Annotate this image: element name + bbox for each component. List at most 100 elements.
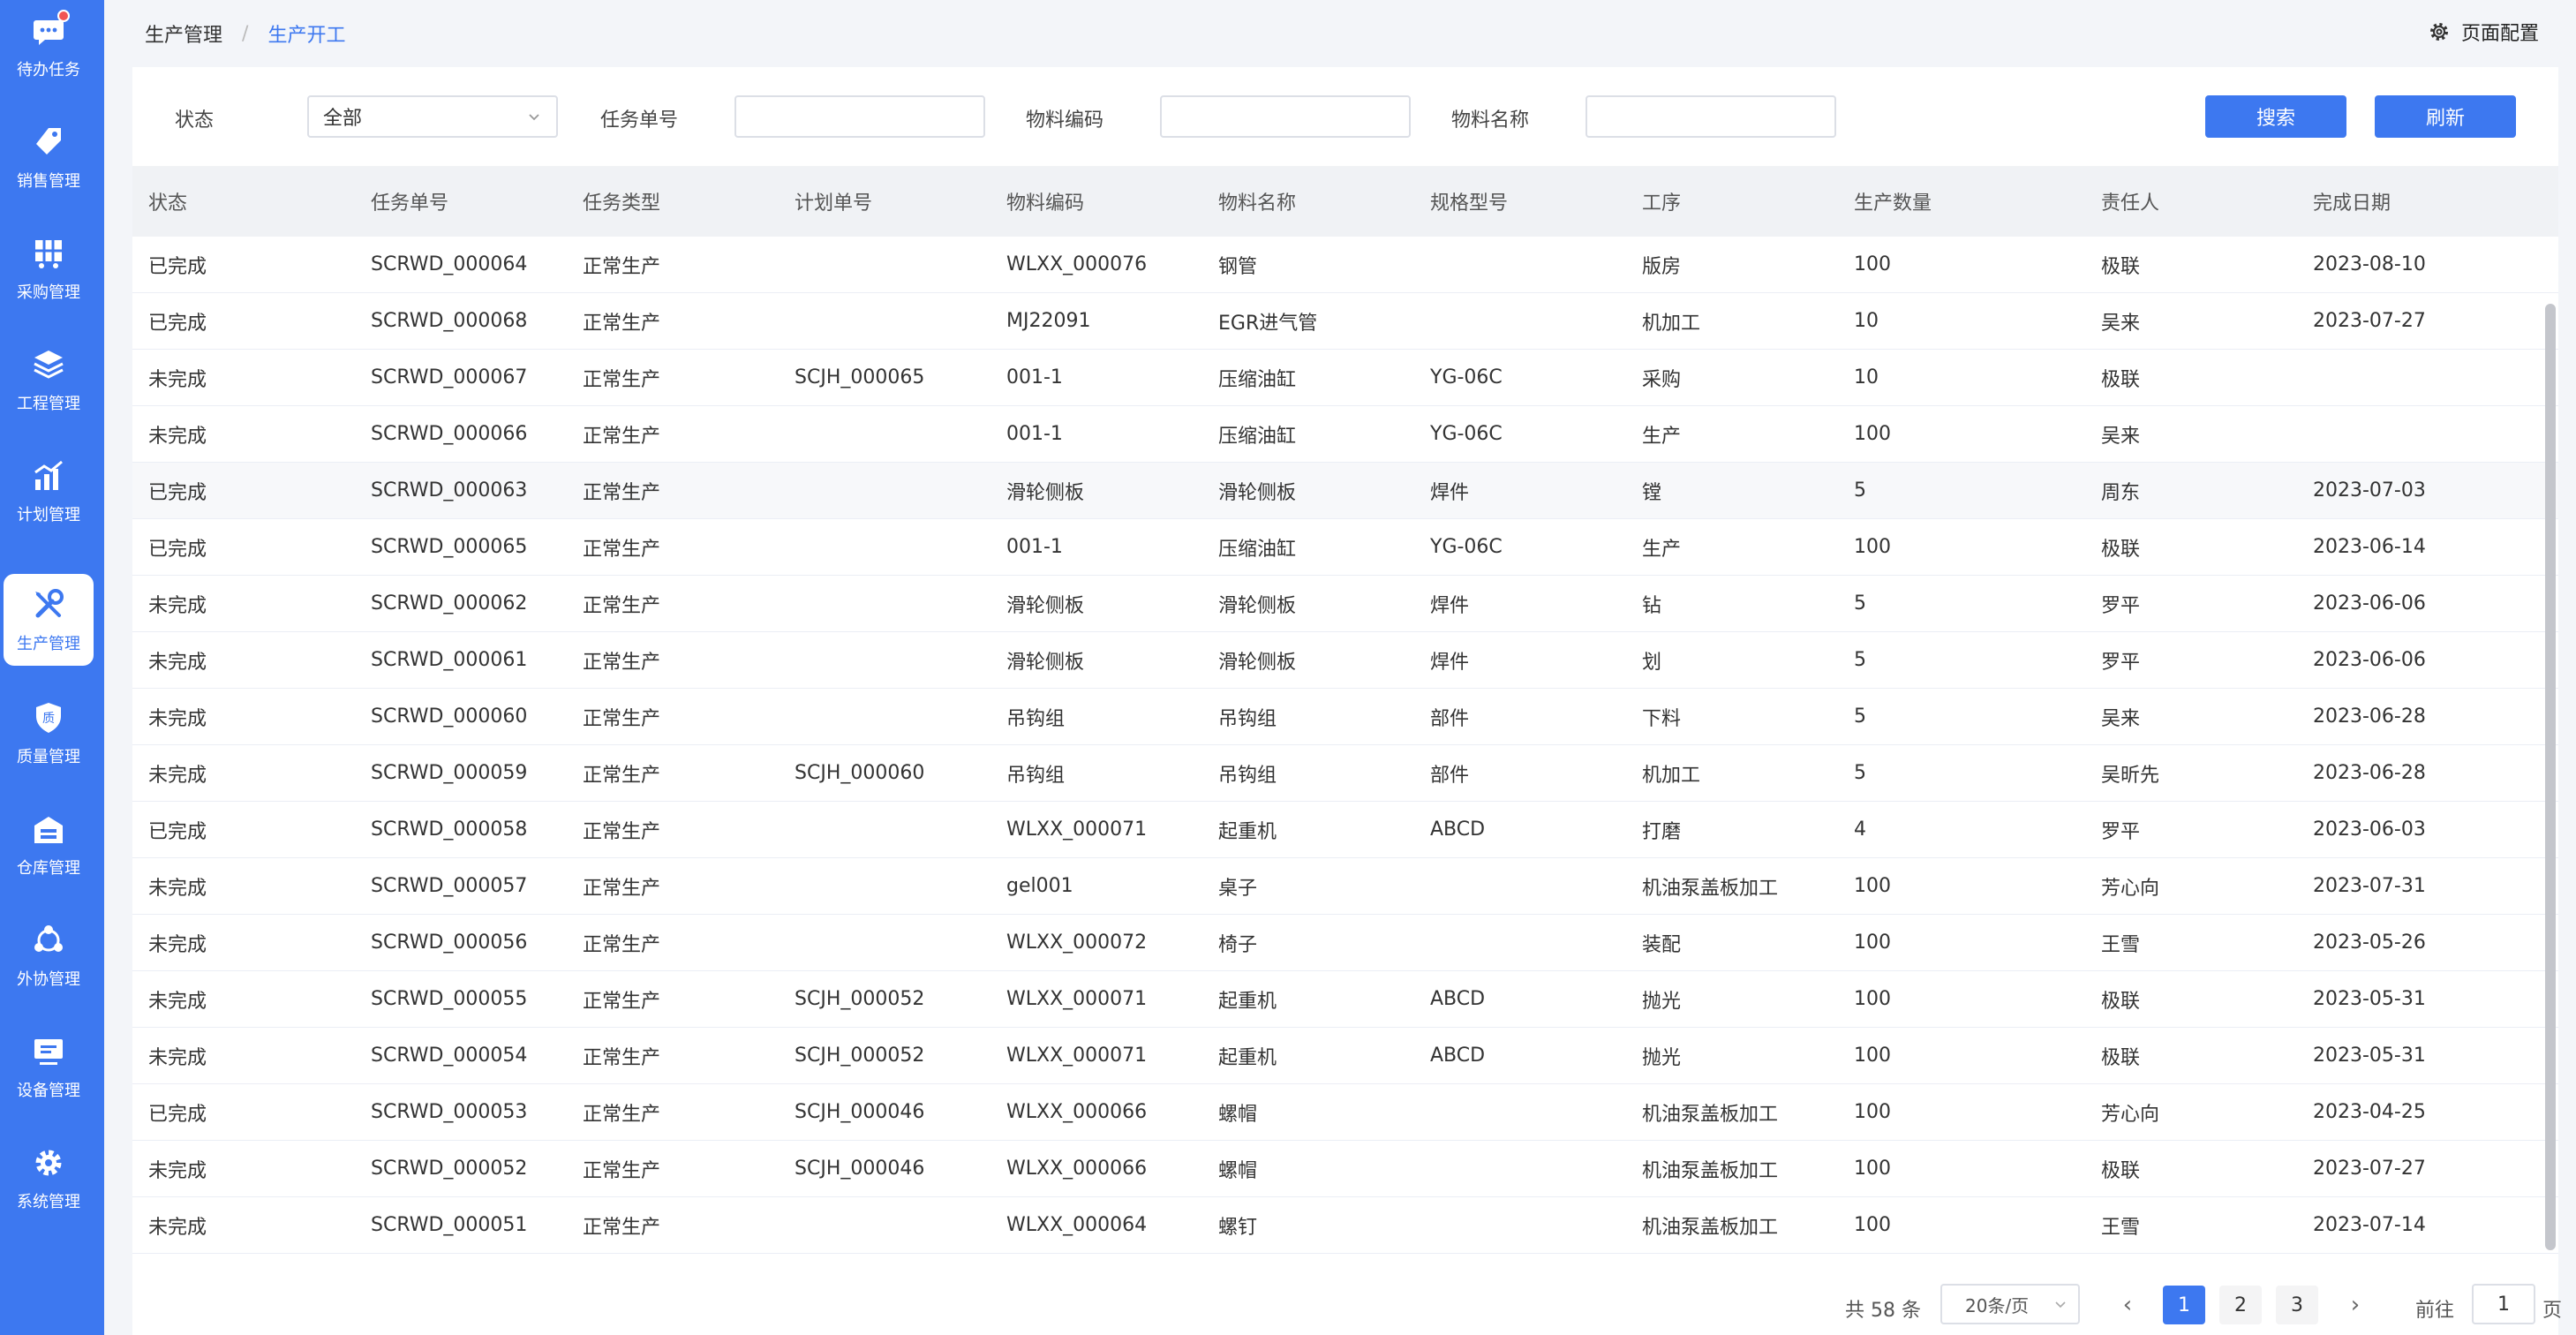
table-row[interactable]: 已完成 SCRWD_000068 正常生产 MJ22091 EGR进气管 机加工 10 吴来 2… <box>132 293 2558 350</box>
page-button-2[interactable]: 2 <box>2219 1286 2262 1324</box>
chevron-down-icon <box>2055 1301 2066 1309</box>
top-bar: 生产管理 / 生产开工 页面配置 <box>104 0 2576 65</box>
refresh-button[interactable]: 刷新 <box>2375 95 2516 138</box>
table-cell: WLXX_000064 <box>1006 1214 1148 1236</box>
table-cell: 滑轮侧板 <box>1218 651 1297 674</box>
search-button[interactable]: 搜索 <box>2205 95 2346 138</box>
sidebar-item-warehouse[interactable]: 仓库管理 <box>4 798 94 890</box>
table-cell: 001-1 <box>1006 536 1063 558</box>
table-cell: 罗平 <box>2101 820 2141 843</box>
column-header: 完成日期 <box>2313 192 2391 215</box>
table-cell: 正常生产 <box>583 1216 661 1239</box>
table-cell: 5 <box>1854 705 1866 728</box>
main-panel: 状态 全部 任务单号 物料编码 物料名称 搜索 刷新 状态 任务单号 任务类型 计划单… <box>132 67 2562 1335</box>
next-page-button[interactable]: › <box>2336 1286 2375 1324</box>
breadcrumb-item-production[interactable]: 生产管理 <box>145 19 222 48</box>
table-row[interactable]: 未完成 SCRWD_000060 正常生产 吊钩组 吊钩组 部件 下料 5 吴来 2023-06-… <box>132 689 2558 745</box>
table-row[interactable]: 未完成 SCRWD_000052 正常生产 SCJH_000046 WLXX_00006… <box>132 1141 2558 1197</box>
table-row[interactable]: 未完成 SCRWD_000054 正常生产 SCJH_000052 WLXX_00007… <box>132 1028 2558 1084</box>
table-cell: 极联 <box>2101 990 2141 1013</box>
sidebar-item-todo[interactable]: 待办任务 <box>4 0 94 92</box>
status-filter-label: 状态 <box>175 109 215 132</box>
table-cell: 抛光 <box>1642 990 1682 1013</box>
table-cell: 未完成 <box>148 425 207 448</box>
table-row[interactable]: 未完成 SCRWD_000057 正常生产 gel001 桌子 机油泵盖板加工 100 芳心向… <box>132 858 2558 915</box>
table-row[interactable]: 未完成 SCRWD_000066 正常生产 001-1 压缩油缸 YG-06C 生产 100 吴… <box>132 406 2558 463</box>
table-cell: 正常生产 <box>583 255 661 278</box>
shield-icon: 质 <box>29 698 68 737</box>
material-code-filter-label: 物料编码 <box>1026 109 1104 132</box>
table-cell: 吴来 <box>2101 707 2141 730</box>
table-row[interactable]: 未完成 SCRWD_000055 正常生产 SCJH_000052 WLXX_00007… <box>132 971 2558 1028</box>
sidebar-item-outsourcing[interactable]: 外协管理 <box>4 909 94 1001</box>
table-row[interactable]: 未完成 SCRWD_000056 正常生产 WLXX_000072 椅子 装配 100 王雪 2… <box>132 915 2558 971</box>
sidebar-item-sales[interactable]: 销售管理 <box>4 111 94 203</box>
table-cell: 钻 <box>1642 594 1662 617</box>
table-cell: SCRWD_000056 <box>371 931 528 954</box>
table-row[interactable]: 未完成 SCRWD_000067 正常生产 SCJH_000065 001-1 压缩油缸 Y… <box>132 350 2558 406</box>
sidebar-item-label: 系统管理 <box>17 1193 80 1211</box>
chat-icon <box>29 10 70 50</box>
table-cell: 吊钩组 <box>1218 707 1277 730</box>
sidebar-item-planning[interactable]: 计划管理 <box>4 445 94 537</box>
table-row[interactable]: 已完成 SCRWD_000058 正常生产 WLXX_000071 起重机 ABCD 打磨 4… <box>132 802 2558 858</box>
table-row[interactable]: 已完成 SCRWD_000065 正常生产 001-1 压缩油缸 YG-06C 生产 100 极… <box>132 519 2558 576</box>
notification-badge <box>57 10 70 22</box>
table-cell: 未完成 <box>148 707 207 730</box>
table-cell: 极联 <box>2101 1046 2141 1069</box>
table-cell: SCJH_000046 <box>795 1101 925 1123</box>
table-cell: 下料 <box>1642 707 1682 730</box>
table-row[interactable]: 已完成 SCRWD_000064 正常生产 WLXX_000076 钢管 版房 100 极联 2… <box>132 237 2558 293</box>
sidebar-item-system[interactable]: 系统管理 <box>4 1132 94 1224</box>
table-cell: 4 <box>1854 818 1866 841</box>
table-cell: SCRWD_000058 <box>371 818 528 841</box>
table-cell: 正常生产 <box>583 877 661 900</box>
table-row[interactable]: 未完成 SCRWD_000062 正常生产 滑轮侧板 滑轮侧板 焊件 钻 5 罗平 2023-06… <box>132 576 2558 632</box>
table-cell: 2023-08-10 <box>2313 253 2426 275</box>
table-cell: 100 <box>1854 536 1891 558</box>
breadcrumb-item-current: 生产开工 <box>267 25 346 47</box>
sidebar-item-engineering[interactable]: 工程管理 <box>4 334 94 426</box>
sidebar-item-equipment[interactable]: 设备管理 <box>4 1021 94 1112</box>
page-button-1[interactable]: 1 <box>2163 1286 2205 1324</box>
task-no-input[interactable] <box>734 95 985 138</box>
table-cell: 螺帽 <box>1218 1103 1258 1126</box>
table-cell: 正常生产 <box>583 594 661 617</box>
prev-page-button[interactable]: ‹ <box>2108 1286 2147 1324</box>
sidebar-item-quality[interactable]: 质 质量管理 <box>4 687 94 779</box>
goto-page-input[interactable] <box>2472 1284 2535 1324</box>
table-cell: 10 <box>1854 366 1879 388</box>
sidebar-item-label: 采购管理 <box>17 283 80 302</box>
table-cell: 已完成 <box>148 820 207 843</box>
table-scrollbar[interactable] <box>2545 304 2556 1250</box>
sidebar-item-production[interactable]: 生产管理 <box>4 574 94 666</box>
page-config-label: 页面配置 <box>2460 23 2539 45</box>
table-cell: 划 <box>1642 651 1662 674</box>
status-select[interactable]: 全部 <box>307 95 558 138</box>
table-cell: SCRWD_000065 <box>371 536 528 558</box>
table-cell: SCRWD_000067 <box>371 366 528 388</box>
page-button-3[interactable]: 3 <box>2276 1286 2318 1324</box>
table-row[interactable]: 未完成 SCRWD_000059 正常生产 SCJH_000060 吊钩组 吊钩组 部件 机加… <box>132 745 2558 802</box>
table-cell: SCJH_000060 <box>795 762 925 784</box>
table-cell: 100 <box>1854 1101 1891 1123</box>
material-code-input[interactable] <box>1160 95 1411 138</box>
table-cell: SCRWD_000051 <box>371 1214 528 1236</box>
table-row[interactable]: 已完成 SCRWD_000063 正常生产 滑轮侧板 滑轮侧板 焊件 镗 5 周东 2023-07… <box>132 463 2558 519</box>
table-row[interactable]: 未完成 SCRWD_000051 正常生产 WLXX_000064 螺钉 机油泵盖板加工 1… <box>132 1197 2558 1254</box>
sidebar-item-label: 外协管理 <box>17 970 80 989</box>
table-cell: 王雪 <box>2101 1216 2141 1239</box>
table-cell: SCRWD_000063 <box>371 479 528 502</box>
table-cell: 正常生产 <box>583 538 661 561</box>
table-cell: 生产 <box>1642 538 1682 561</box>
sidebar-item-purchase[interactable]: 采购管理 <box>4 222 94 314</box>
status-select-value: 全部 <box>323 108 363 130</box>
table-cell: WLXX_000072 <box>1006 931 1148 954</box>
table-cell: 正常生产 <box>583 707 661 730</box>
table-row[interactable]: 未完成 SCRWD_000061 正常生产 滑轮侧板 滑轮侧板 焊件 划 5 罗平 2023-06… <box>132 632 2558 689</box>
page-config-button[interactable]: 页面配置 <box>2428 18 2539 46</box>
table-cell: 正常生产 <box>583 1103 661 1126</box>
material-name-input[interactable] <box>1586 95 1836 138</box>
table-row[interactable]: 已完成 SCRWD_000053 正常生产 SCJH_000046 WLXX_00006… <box>132 1084 2558 1141</box>
page-size-select[interactable]: 20条/页 <box>1940 1284 2080 1324</box>
